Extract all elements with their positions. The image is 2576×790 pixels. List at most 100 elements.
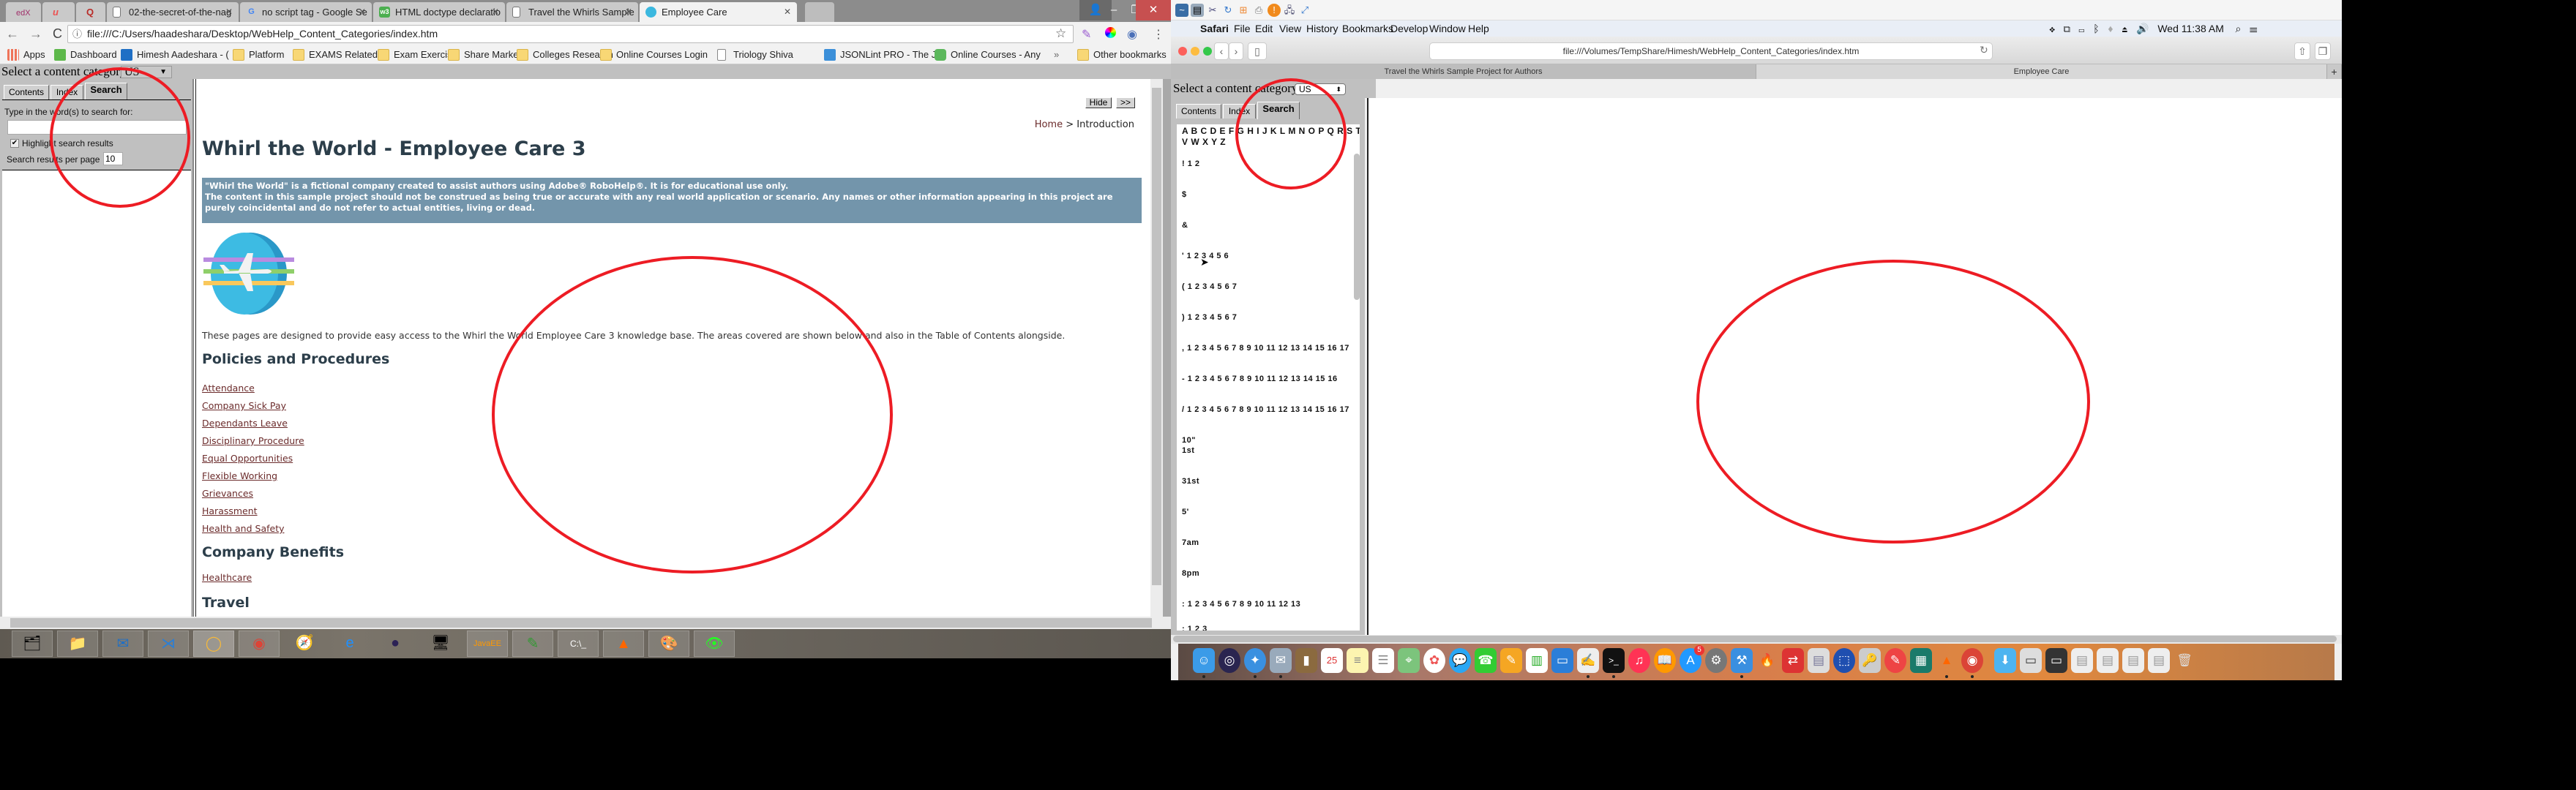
preview-icon[interactable]: ▤ [1808,648,1830,673]
forward-icon[interactable]: → [29,26,53,41]
app-store-icon[interactable]: A5 [1680,645,1704,673]
tab-w3schools[interactable]: w3 HTML doctype declaratio ✕ [373,2,505,22]
eject-icon[interactable]: ⏏ [2122,23,2127,34]
siri-icon[interactable]: ◎ [1218,648,1240,673]
close-tab-icon[interactable]: ✕ [492,7,499,17]
pen-extension-icon[interactable]: ✎ [1082,27,1091,42]
file-explorer-icon[interactable]: 🗂 [12,631,53,657]
pages-icon[interactable]: ✎ [1500,648,1522,673]
window-thumbnail-icon[interactable]: ▤ [2097,648,2119,673]
new-tab-button[interactable] [805,2,834,22]
tab-contents[interactable]: Contents [1176,104,1221,118]
bookmark-dashboard[interactable]: Dashboard [54,49,117,61]
scrollbar-thumb[interactable] [1152,88,1161,585]
index-entry[interactable]: ) 1 2 3 4 5 6 7 [1182,313,1237,322]
hide-button[interactable]: Hide [1085,97,1112,108]
topic-link-attendance[interactable]: Attendance [202,383,255,394]
back-button[interactable]: ‹ [1214,42,1229,60]
robohelp-icon[interactable]: 🔥 [1756,648,1778,673]
reload-icon[interactable]: ↻ [1980,44,1988,56]
window-thumbnail-icon[interactable]: ▤ [2122,648,2144,673]
remote-desktop-icon[interactable]: ⇄ [1782,648,1804,673]
index-entry[interactable]: - 1 2 3 4 5 6 7 8 9 10 11 12 13 14 15 16 [1182,375,1338,383]
chrome-icon[interactable]: ◉ [1961,648,1983,673]
other-bookmarks[interactable]: Other bookmarks [1077,49,1167,61]
topic-link-healthcare[interactable]: Healthcare [202,572,252,583]
vlc-icon[interactable]: ▲ [1936,648,1958,673]
extension-icon[interactable]: ◉ [1127,27,1137,42]
bookmark-jsonlint[interactable]: JSONLint PRO - The J [824,49,936,61]
back-icon[interactable]: ← [6,26,29,41]
index-entry[interactable]: ( 1 2 3 4 5 6 7 [1182,282,1237,291]
window-thumbnail-icon[interactable]: ▤ [2071,648,2093,673]
index-entry[interactable]: 31st [1182,477,1199,486]
ie-icon[interactable]: e [329,631,370,657]
chrome-menu-icon[interactable]: ⋮ [1153,27,1164,42]
performance-monitor-icon[interactable]: 🖥 [420,631,461,657]
reminders-icon[interactable]: ☰ [1372,648,1394,673]
mirroring-icon[interactable]: ⧉ [2064,23,2070,34]
clock[interactable]: Wed 11:38 AM [2157,23,2224,34]
bookmark-online-courses-any[interactable]: Online Courses - Any [935,49,1041,61]
maps-icon[interactable]: ⌖ [1398,648,1420,673]
alphabet-bar-row2[interactable]: V W X Y Z [1182,137,1226,147]
tab-google[interactable]: Gno script tag - Google Se ✕ [240,2,372,22]
refresh-icon[interactable]: ↻ [1221,4,1235,17]
close-window-button[interactable] [1178,47,1187,56]
info-icon[interactable]: ⓘ [72,26,82,42]
vlc-icon[interactable]: ▲ [603,631,644,657]
itunes-icon[interactable]: ♫ [1628,648,1650,673]
windows-logo-icon[interactable]: ⊞ [1237,4,1250,17]
close-window-button[interactable]: ✕ [1136,0,1171,20]
safari-icon[interactable]: ✦ [1244,648,1266,673]
window-thumbnail-icon[interactable]: ▭ [2045,648,2067,673]
menu-window[interactable]: Window [1429,20,1466,37]
bookmarks-overflow-button[interactable]: » [1054,49,1059,60]
tab-contents[interactable]: Contents [4,85,49,99]
dropbox-icon[interactable]: ❖ [2049,23,2055,34]
tools-icon[interactable]: ✂ [1206,4,1219,17]
sidebar-toggle-button[interactable]: ▯ [1248,42,1267,60]
menu-bookmarks[interactable]: Bookmarks [1342,20,1393,37]
vpn-client-icon[interactable]: ⬚ [1833,648,1855,673]
scrollbar-thumb[interactable] [1173,636,2337,642]
index-entry[interactable]: $ [1182,190,1187,199]
tab-employee-care[interactable]: Employee Care ✕ [640,2,797,22]
javaee-ide-icon[interactable]: JavaEE [467,631,508,657]
keynote-icon[interactable]: ▭ [1551,648,1573,673]
finder-icon[interactable]: ☺ [1193,648,1215,673]
index-entry[interactable]: 7am [1182,538,1199,547]
menu-view[interactable]: View [1279,20,1301,37]
menu-history[interactable]: History [1306,20,1338,37]
topic-link-flexible-working[interactable]: Flexible Working [202,470,277,481]
tab-edx[interactable]: edX [6,2,41,22]
activity-icon[interactable]: ~ [1175,4,1188,17]
tab-udemy[interactable]: u [42,2,75,22]
address-bar[interactable]: file:///Volumes/TempShare/Himesh/WebHelp… [1429,42,1993,60]
forward-button[interactable]: › [1229,42,1243,60]
network-icon[interactable]: 🖧 [1283,4,1296,17]
sketch-tool-icon[interactable]: ✎ [1884,648,1906,673]
fullscreen-icon[interactable]: ⤢ [1298,4,1311,17]
index-entry[interactable]: ! 1 2 [1182,159,1200,168]
tab-travel-whirls[interactable]: Travel the Whirls Sample Project for Aut… [1171,64,1756,79]
menu-file[interactable]: File [1234,20,1251,37]
photos-icon[interactable]: ✿ [1423,648,1445,673]
minimize-window-button[interactable] [1191,47,1199,56]
bookmark-platform[interactable]: Platform [233,49,284,61]
bookmark-exams-related[interactable]: EXAMS Related [293,49,378,61]
spotlight-icon[interactable]: ⌕ [2235,23,2241,34]
breadcrumb-home-link[interactable]: Home [1035,119,1063,130]
window-scrollbar[interactable] [1163,79,1171,629]
outlook-icon[interactable]: ✉ [102,631,143,657]
index-entry[interactable]: 8pm [1182,569,1199,578]
notification-center-icon[interactable]: ☰ [2250,23,2258,34]
xcode-icon[interactable]: ⚒ [1731,648,1753,673]
close-tab-icon[interactable]: ✕ [784,7,791,17]
chrome-canary-icon[interactable]: ◯ [193,631,234,657]
window-thumbnail-icon[interactable]: ▭ [2020,648,2042,673]
close-tab-icon[interactable]: ✕ [225,7,233,17]
bookmark-online-courses-login[interactable]: Online Courses Login [600,49,708,61]
zoom-window-button[interactable] [1203,47,1212,56]
parallels-icon[interactable]: ▦ [1910,648,1932,673]
